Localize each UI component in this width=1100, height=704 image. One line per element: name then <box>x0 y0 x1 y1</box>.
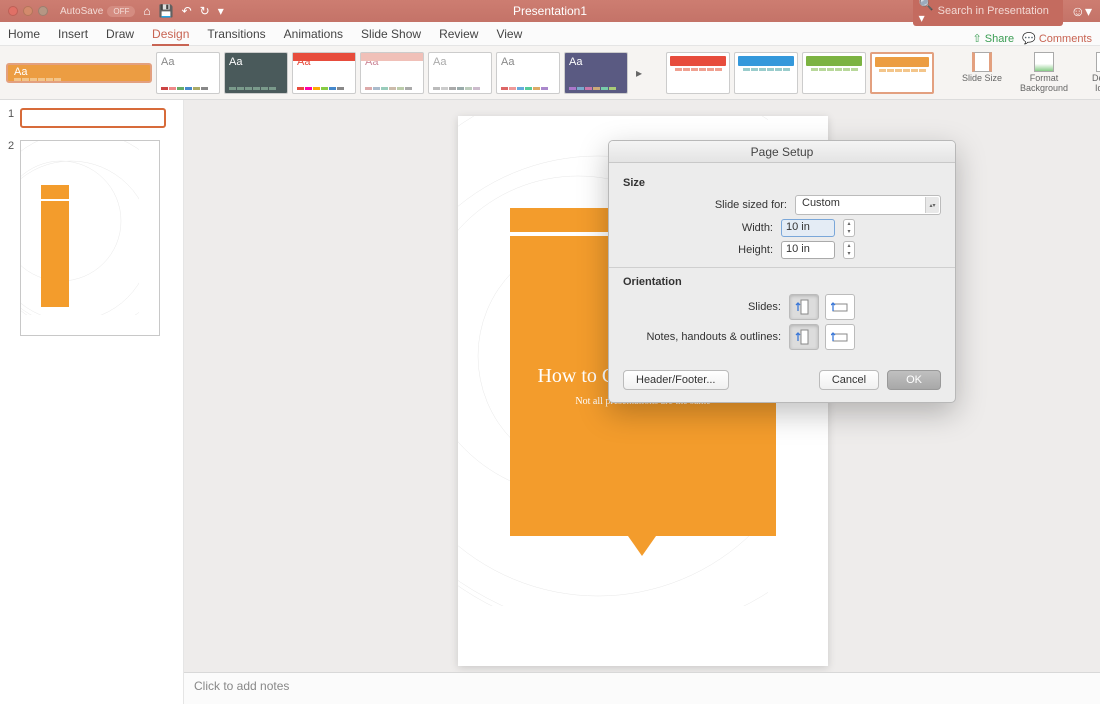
notes-landscape-button[interactable] <box>825 324 855 350</box>
theme-4[interactable]: Aa <box>292 52 356 94</box>
height-label: Height: <box>738 244 773 256</box>
size-section-header: Size <box>623 177 941 189</box>
theme-2[interactable]: Aa <box>156 52 220 94</box>
notes-pane[interactable]: Click to add notes <box>184 672 1100 704</box>
titlebar: AutoSave OFF ⌂ 💾 ↶ ↻ ▾ Presentation1 🔍▾ … <box>0 0 1100 22</box>
theme-6[interactable]: Aa <box>428 52 492 94</box>
cancel-button[interactable]: Cancel <box>819 370 879 390</box>
slide-thumbnails: 1 How to Change Slide SizeNot all presen… <box>0 100 184 704</box>
slides-portrait-button[interactable] <box>789 294 819 320</box>
tab-design[interactable]: Design <box>152 25 189 45</box>
theme-3[interactable]: Aa <box>224 52 288 94</box>
tab-slideshow[interactable]: Slide Show <box>361 25 421 45</box>
width-label: Width: <box>742 222 773 234</box>
variant-green[interactable] <box>802 52 866 94</box>
format-background-button[interactable]: Format Background <box>1016 50 1072 96</box>
tab-animations[interactable]: Animations <box>284 25 343 45</box>
variant-blue[interactable] <box>734 52 798 94</box>
width-stepper[interactable]: ▴▾ <box>843 219 855 237</box>
tab-home[interactable]: Home <box>8 25 40 45</box>
tab-insert[interactable]: Insert <box>58 25 88 45</box>
themes-more[interactable]: ▸ <box>632 66 646 80</box>
themes-gallery: Aa Aa Aa Aa Aa Aa Aa Aa ▸ <box>6 52 646 94</box>
slide-size-button[interactable]: Slide Size <box>954 50 1010 96</box>
notes-portrait-button[interactable] <box>789 324 819 350</box>
design-ideas-button[interactable]: Design Ideas <box>1078 50 1100 96</box>
sized-for-label: Slide sized for: <box>715 199 787 211</box>
tab-draw[interactable]: Draw <box>106 25 134 45</box>
theme-1[interactable]: Aa <box>6 63 152 83</box>
share-button[interactable]: ⇧ Share <box>973 32 1015 45</box>
theme-8[interactable]: Aa <box>564 52 628 94</box>
orientation-section-header: Orientation <box>623 276 941 288</box>
tab-transitions[interactable]: Transitions <box>207 25 265 45</box>
sized-for-select[interactable]: Custom ▴▾ <box>795 195 941 215</box>
chevron-updown-icon: ▴▾ <box>925 197 939 213</box>
ribbon-design: Aa Aa Aa Aa Aa Aa Aa Aa ▸ Slide Size For… <box>0 46 1100 100</box>
variant-red[interactable] <box>666 52 730 94</box>
thumb-num-2: 2 <box>8 140 16 336</box>
comments-button[interactable]: 💬 Comments <box>1022 32 1092 45</box>
tab-view[interactable]: View <box>496 25 522 45</box>
variant-orange[interactable] <box>870 52 934 94</box>
slides-orientation-label: Slides: <box>748 301 781 313</box>
document-title: Presentation1 <box>0 4 1100 18</box>
height-stepper[interactable]: ▴▾ <box>843 241 855 259</box>
ok-button[interactable]: OK <box>887 370 941 390</box>
thumb-num-1: 1 <box>8 108 16 128</box>
dialog-title: Page Setup <box>609 141 955 163</box>
variants-gallery <box>666 52 934 94</box>
theme-7[interactable]: Aa <box>496 52 560 94</box>
theme-5[interactable]: Aa <box>360 52 424 94</box>
header-footer-button[interactable]: Header/Footer... <box>623 370 729 390</box>
height-input[interactable]: 10 in <box>781 241 835 259</box>
width-input[interactable]: 10 in <box>781 219 835 237</box>
tab-review[interactable]: Review <box>439 25 478 45</box>
thumbnail-2[interactable] <box>20 140 160 336</box>
slides-landscape-button[interactable] <box>825 294 855 320</box>
thumbnail-1[interactable]: How to Change Slide SizeNot all presenta… <box>20 108 166 128</box>
notes-orientation-label: Notes, handouts & outlines: <box>646 331 781 343</box>
page-setup-dialog: Page Setup Size Slide sized for: Custom … <box>608 140 956 403</box>
